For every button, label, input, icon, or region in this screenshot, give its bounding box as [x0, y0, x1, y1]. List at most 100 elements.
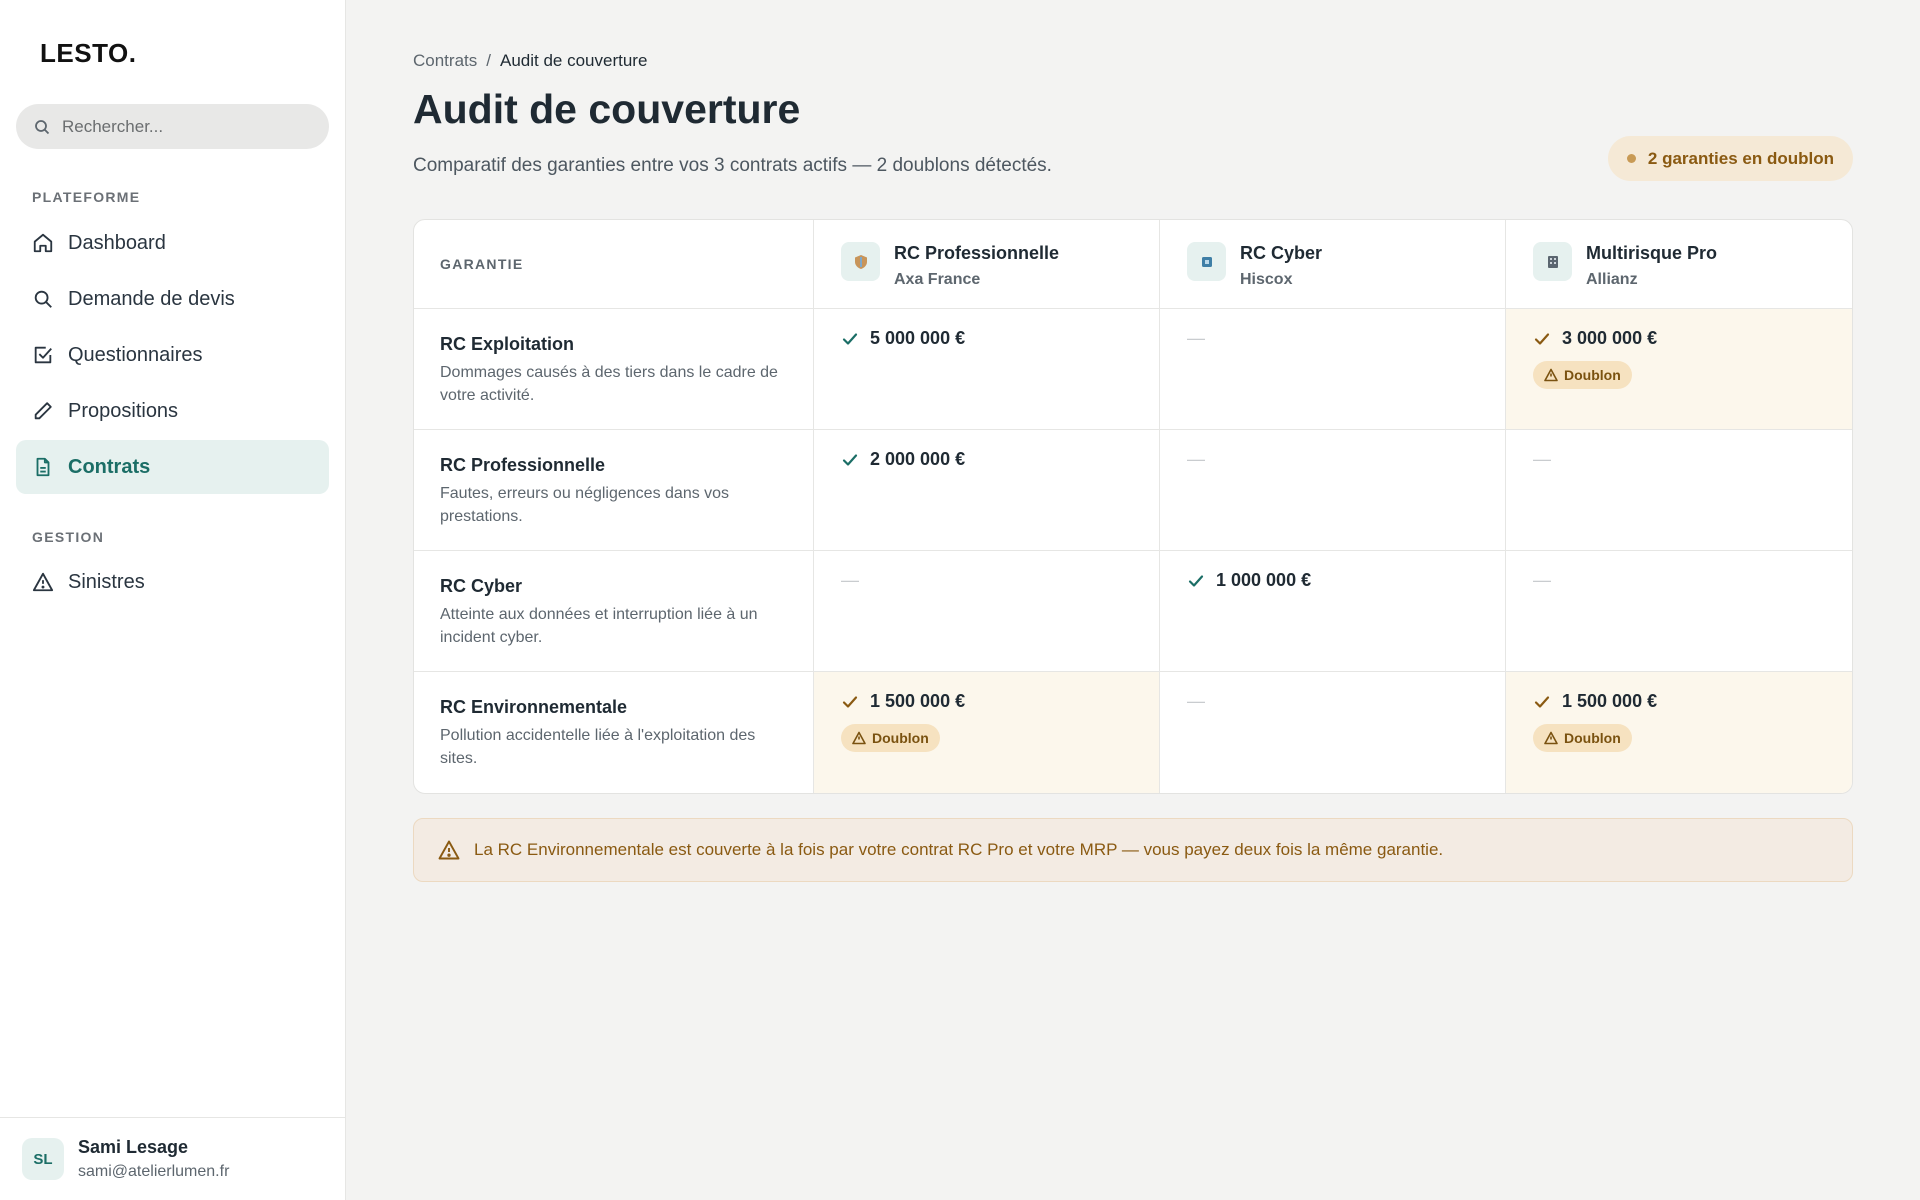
coverage-cell: —	[814, 551, 1160, 671]
search-input[interactable]	[62, 116, 302, 137]
user-email: sami@atelierlumen.fr	[78, 1163, 230, 1180]
guarantee-cell: RC Environnementale Pollution accidentel…	[414, 672, 814, 793]
breadcrumb: Contrats / Audit de couverture	[413, 51, 647, 71]
contract-name: RC Cyber	[1240, 243, 1323, 263]
home-icon	[33, 233, 53, 253]
coverage-cell-duplicate: 1 500 000 € Doublon	[814, 672, 1160, 793]
coverage-cell: —	[1160, 672, 1506, 793]
guarantee-title: RC Environnementale	[440, 697, 628, 717]
contract-icon	[1187, 242, 1226, 281]
coverage-amount-value: 1 500 000 €	[870, 691, 966, 711]
guarantee-cell: RC Exploitation Dommages causés à des ti…	[414, 309, 814, 429]
sidebar-item-label: Demande de devis	[68, 287, 235, 310]
guarantee-description: Pollution accidentelle liée à l'exploita…	[440, 727, 756, 767]
contract-insurer: Axa France	[894, 271, 981, 288]
guarantee-description: Fautes, erreurs ou négligences dans vos …	[440, 485, 730, 525]
contract-insurer: Hiscox	[1240, 271, 1293, 288]
sidebar-item-label: Questionnaires	[68, 343, 203, 366]
breadcrumb-parent[interactable]: Contrats	[413, 51, 477, 70]
coverage-table: GARANTIE RC Professionnelle Axa France R…	[413, 219, 1853, 794]
no-coverage-dash: —	[841, 570, 859, 590]
sidebar-item-label: Sinistres	[68, 570, 145, 593]
coverage-cell: 2 000 000 €	[814, 430, 1160, 550]
coverage-cell: —	[1160, 430, 1506, 550]
coverage-amount: 3 000 000 €	[1533, 328, 1657, 349]
shield-icon	[854, 254, 867, 269]
no-coverage-dash: —	[1533, 449, 1551, 469]
check-icon	[842, 332, 858, 345]
coverage-cell: —	[1506, 430, 1852, 550]
duplicates-badge-label: 2 garanties en doublon	[1647, 148, 1834, 168]
no-coverage-dash: —	[1187, 449, 1205, 469]
warning-icon	[438, 840, 460, 860]
duplicate-badge: Doublon	[841, 724, 940, 752]
column-header-guarantee: GARANTIE	[440, 256, 524, 272]
cyber-icon	[1201, 256, 1212, 267]
user-profile[interactable]: SL Sami Lesage sami@atelierlumen.fr	[0, 1117, 346, 1200]
coverage-cell: 5 000 000 €	[814, 309, 1160, 429]
check-icon	[1534, 695, 1550, 708]
coverage-cell: —	[1506, 551, 1852, 671]
warning-icon	[32, 572, 54, 592]
coverage-cell: —	[1160, 309, 1506, 429]
contract-icon	[841, 242, 880, 281]
section-label-management: GESTION	[32, 529, 105, 545]
guarantee-cell: RC Cyber Atteinte aux données et interru…	[414, 551, 814, 671]
check-icon	[1534, 332, 1550, 345]
sidebar-item-label: Dashboard	[68, 231, 166, 254]
guarantee-title: RC Exploitation	[440, 334, 574, 354]
document-icon	[36, 457, 50, 477]
contract-icon	[1533, 242, 1572, 281]
header-cell-guarantee: GARANTIE	[414, 220, 814, 308]
guarantee-cell: RC Professionnelle Fautes, erreurs ou né…	[414, 430, 814, 550]
warning-icon	[1544, 368, 1558, 382]
warning-icon	[852, 731, 866, 745]
table-row: RC Exploitation Dommages causés à des ti…	[414, 309, 1852, 430]
sidebar-item-label: Contrats	[68, 455, 151, 478]
coverage-amount: 1 500 000 €	[1533, 691, 1657, 712]
coverage-cell-duplicate: 1 500 000 € Doublon	[1506, 672, 1852, 793]
table-header-row: GARANTIE RC Professionnelle Axa France R…	[414, 220, 1852, 309]
search-icon	[35, 119, 50, 134]
warning-icon	[1544, 731, 1558, 745]
duplicate-badge-label: Doublon	[872, 730, 929, 746]
check-icon	[842, 453, 858, 466]
no-coverage-dash: —	[1187, 691, 1205, 711]
guarantee-description: Atteinte aux données et interruption lié…	[440, 606, 758, 646]
coverage-amount-value: 1 500 000 €	[1562, 691, 1658, 711]
sidebar-item-claims[interactable]: Sinistres	[16, 555, 329, 609]
table-row: RC Professionnelle Fautes, erreurs ou né…	[414, 430, 1852, 551]
status-dot	[1626, 154, 1636, 163]
guarantee-title: RC Cyber	[440, 576, 523, 596]
sidebar: LESTO. PLATEFORME Dashboard Demande de d…	[0, 0, 346, 1200]
duplicate-badge: Doublon	[1533, 724, 1632, 752]
table-row: RC Cyber Atteinte aux données et interru…	[414, 551, 1852, 672]
sidebar-item-label: Propositions	[68, 399, 179, 422]
coverage-amount-value: 2 000 000 €	[870, 449, 966, 469]
user-name: Sami Lesage	[78, 1137, 189, 1157]
sidebar-item-proposals[interactable]: Propositions	[16, 384, 329, 438]
no-coverage-dash: —	[1533, 570, 1551, 590]
sidebar-item-dashboard[interactable]: Dashboard	[16, 216, 329, 270]
checkbox-icon	[34, 346, 52, 364]
sidebar-item-quote-request[interactable]: Demande de devis	[16, 272, 329, 326]
search-bar[interactable]	[16, 104, 329, 149]
table-row: RC Environnementale Pollution accidentel…	[414, 672, 1852, 793]
sidebar-item-questionnaires[interactable]: Questionnaires	[16, 328, 329, 382]
no-coverage-dash: —	[1187, 328, 1205, 348]
duplicate-badge: Doublon	[1533, 361, 1632, 389]
contract-name: Multirisque Pro	[1586, 243, 1718, 263]
coverage-amount: 1 500 000 €	[841, 691, 965, 712]
duplicate-badge-label: Doublon	[1564, 367, 1621, 383]
search-icon	[34, 290, 52, 308]
duplicate-alert: La RC Environnementale est couverte à la…	[413, 818, 1853, 882]
coverage-amount-value: 3 000 000 €	[1562, 328, 1658, 348]
logo[interactable]: LESTO.	[40, 38, 136, 69]
sidebar-item-contracts[interactable]: Contrats	[16, 440, 329, 494]
avatar: SL	[22, 1138, 64, 1180]
coverage-amount-value: 5 000 000 €	[870, 328, 966, 348]
coverage-amount: 2 000 000 €	[841, 449, 965, 470]
coverage-cell: 1 000 000 €	[1160, 551, 1506, 671]
coverage-amount: 1 000 000 €	[1187, 570, 1311, 591]
guarantee-title: RC Professionnelle	[440, 455, 606, 475]
